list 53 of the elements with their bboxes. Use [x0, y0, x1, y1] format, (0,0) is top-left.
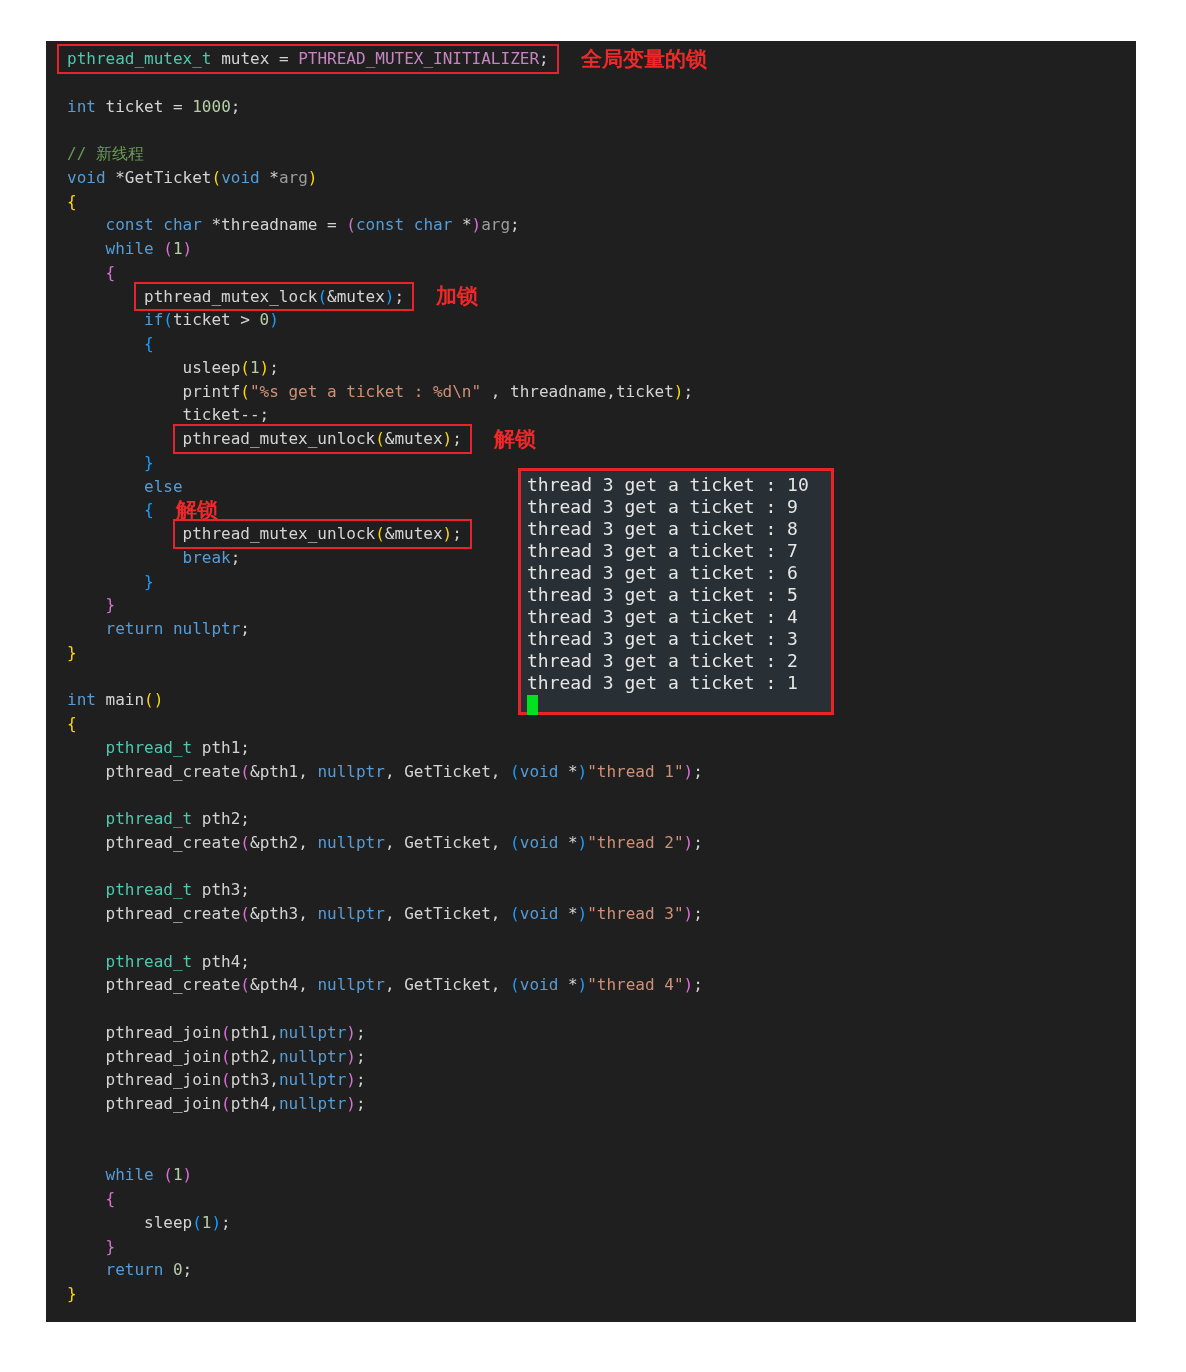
- code-line: pthread_join(pth2,nullptr);: [105, 1045, 366, 1068]
- terminal-line: thread 3 get a ticket : 10: [527, 474, 810, 496]
- code-line: int main(): [67, 689, 164, 712]
- code-line: }: [144, 451, 154, 474]
- terminal-line: thread 3 get a ticket : 1: [527, 672, 799, 694]
- annotation-label: 全局变量的锁: [580, 45, 707, 72]
- code-line: }: [105, 594, 116, 617]
- code-line: if(ticket > 0): [144, 309, 279, 332]
- annotation-label: 解锁: [493, 425, 536, 452]
- code-line: pthread_t pth2;: [105, 808, 250, 830]
- code-line: sleep(1);: [144, 1211, 231, 1234]
- code-line: pthread_create(&pth3, nullptr, GetTicket, (void *)"thread 3");: [105, 903, 703, 925]
- terminal-line: thread 3 get a ticket : 2: [527, 650, 799, 672]
- code-line: }: [144, 570, 154, 593]
- code-line: {: [105, 261, 116, 284]
- code-line: }: [67, 1283, 77, 1305]
- terminal-line: thread 3 get a ticket : 3: [527, 628, 799, 650]
- code-line: break;: [182, 546, 241, 569]
- code-line: int ticket = 1000;: [67, 95, 241, 118]
- code-line: else: [144, 475, 183, 498]
- code-line: pthread_create(&pth4, nullptr, GetTicket, (void *)"thread 4");: [105, 974, 703, 997]
- code-line: while (1): [105, 1164, 193, 1187]
- code-line: // 新线程: [67, 143, 144, 165]
- code-line: return 0;: [105, 1259, 193, 1282]
- code-line: pthread_join(pth1,nullptr);: [105, 1021, 366, 1044]
- code-line: pthread_t pth3;: [105, 879, 250, 902]
- code-line: return nullptr;: [105, 618, 250, 640]
- code-line: void *GetTicket(void *arg): [67, 166, 318, 189]
- code-line: pthread_t pth4;: [105, 950, 250, 973]
- annotation-label: 加锁: [436, 283, 479, 310]
- terminal-line: thread 3 get a ticket : 4: [527, 606, 799, 628]
- code-line: pthread_join(pth4,nullptr);: [105, 1093, 366, 1115]
- code-line: {: [144, 333, 154, 355]
- code-line: {: [144, 499, 154, 522]
- code-line: {: [67, 713, 77, 735]
- code-line: while (1): [105, 238, 193, 260]
- code-line: ticket--;: [182, 404, 270, 427]
- code-line: }: [105, 1235, 116, 1258]
- code-line: pthread_join(pth3,nullptr);: [105, 1069, 366, 1092]
- code-line: {: [67, 190, 77, 213]
- terminal-line: thread 3 get a ticket : 9: [527, 496, 799, 518]
- terminal-line: thread 3 get a ticket : 6: [527, 562, 799, 584]
- code-line: const char *threadname = (const char *)arg;: [105, 214, 520, 237]
- code-line: pthread_t pth1;: [105, 736, 250, 759]
- code-line: pthread_create(&pth2, nullptr, GetTicket, (void *)"thread 2");: [105, 831, 703, 854]
- code-line: printf("%s get a ticket : %d\n" , threadname,ticket);: [182, 380, 694, 403]
- terminal-line: thread 3 get a ticket : 7: [527, 540, 799, 562]
- code-line: }: [67, 641, 77, 664]
- code-line: {: [105, 1188, 116, 1210]
- terminal-line: thread 3 get a ticket : 8: [527, 518, 799, 540]
- terminal-line: thread 3 get a ticket : 5: [527, 584, 799, 606]
- code-line: usleep(1);: [182, 356, 279, 379]
- code-line: pthread_create(&pth1, nullptr, GetTicket, (void *)"thread 1");: [105, 760, 703, 783]
